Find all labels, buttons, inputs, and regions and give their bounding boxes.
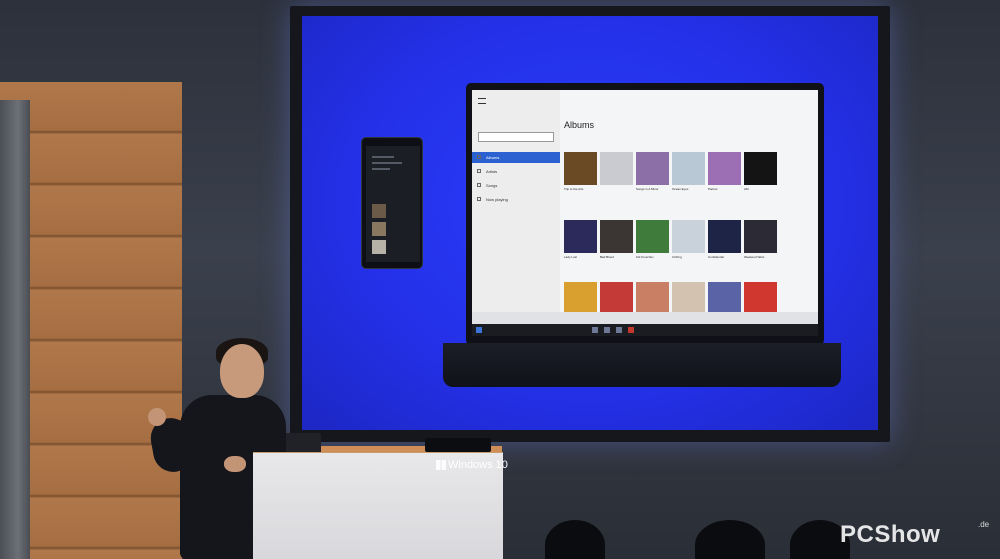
album-cover[interactable] [672, 152, 705, 185]
album-caption: Ctrlrlng [672, 255, 682, 259]
music-app-sidebar: Albums Artists Songs Now playing [472, 90, 560, 320]
presenter-hand [224, 456, 246, 472]
album-cover[interactable] [744, 282, 777, 315]
album-caption: Bad Blood [600, 255, 614, 259]
album-cover[interactable] [708, 152, 741, 185]
phone-screen [366, 146, 420, 262]
podium-brand-text: Windows 10 [448, 459, 508, 471]
album-caption: Kid Kruschev [636, 255, 654, 259]
taskbar-app-icon[interactable] [604, 327, 610, 333]
search-input[interactable] [478, 132, 554, 142]
album-cover[interactable] [600, 282, 633, 315]
album-cover[interactable] [564, 282, 597, 315]
sidebar-item-label: Artists [486, 169, 498, 174]
album-caption: Lady Lust [564, 255, 578, 259]
sidebar-item-albums[interactable]: Albums [472, 152, 560, 163]
watermark-logo: PCShow [840, 521, 941, 548]
phone-album-art [372, 240, 386, 254]
album-cover[interactable] [744, 152, 777, 185]
album-cover[interactable] [636, 282, 669, 315]
taskbar [472, 324, 818, 336]
album-icon [477, 155, 481, 159]
phone-text-line [372, 162, 402, 164]
sidebar-item-label: Now playing [486, 197, 508, 202]
album-caption: Trip to the Arts [564, 187, 584, 191]
album-caption: Songs in A Minor [636, 187, 659, 191]
lectern-device [425, 438, 491, 452]
taskbar-app-icon[interactable] [628, 327, 634, 333]
album-cover[interactable] [708, 282, 741, 315]
artist-icon [477, 169, 481, 173]
album-cover[interactable] [672, 220, 705, 253]
page-title: Albums [564, 120, 595, 130]
start-icon[interactable] [476, 327, 482, 333]
taskbar-app-icon[interactable] [616, 327, 622, 333]
phone-album-art [372, 222, 386, 236]
album-cover[interactable] [600, 152, 633, 185]
album-cover[interactable] [636, 152, 669, 185]
album-cover[interactable] [708, 220, 741, 253]
hamburger-menu-icon[interactable] [478, 98, 486, 104]
sidebar-item-songs[interactable]: Songs [472, 180, 560, 191]
watermark-suffix: .de [978, 520, 990, 529]
album-cover[interactable] [564, 152, 597, 185]
phone-album-art [372, 204, 386, 218]
laptop-screen: Albums Artists Songs Now playing Albums … [472, 90, 818, 336]
album-cover[interactable] [564, 220, 597, 253]
player-bar[interactable] [472, 312, 818, 324]
song-icon [477, 183, 481, 187]
album-caption: Parlour [708, 187, 718, 191]
album-cover[interactable] [672, 282, 705, 315]
wall-column [0, 100, 30, 559]
album-cover[interactable] [744, 220, 777, 253]
phone-device [361, 137, 423, 269]
phone-text-line [372, 156, 394, 158]
album-cover[interactable] [636, 220, 669, 253]
album-caption: AM [744, 187, 749, 191]
presenter-head [220, 344, 264, 398]
sidebar-item-artists[interactable]: Artists [472, 166, 560, 177]
windows-logo-icon [436, 460, 446, 470]
laptop-base [443, 343, 841, 387]
taskbar-app-icon[interactable] [592, 327, 598, 333]
album-cover[interactable] [600, 220, 633, 253]
presenter-hand [148, 408, 166, 426]
album-caption: Confidential [708, 255, 724, 259]
album-caption: Weekend Wars [744, 255, 765, 259]
sidebar-item-label: Albums [486, 155, 500, 160]
album-caption [600, 187, 633, 195]
now-playing-icon [477, 197, 481, 201]
sidebar-item-now-playing[interactable]: Now playing [472, 194, 560, 205]
sidebar-item-label: Songs [486, 183, 498, 188]
album-caption: Ocean Eyes [672, 187, 689, 191]
phone-text-line [372, 168, 390, 170]
